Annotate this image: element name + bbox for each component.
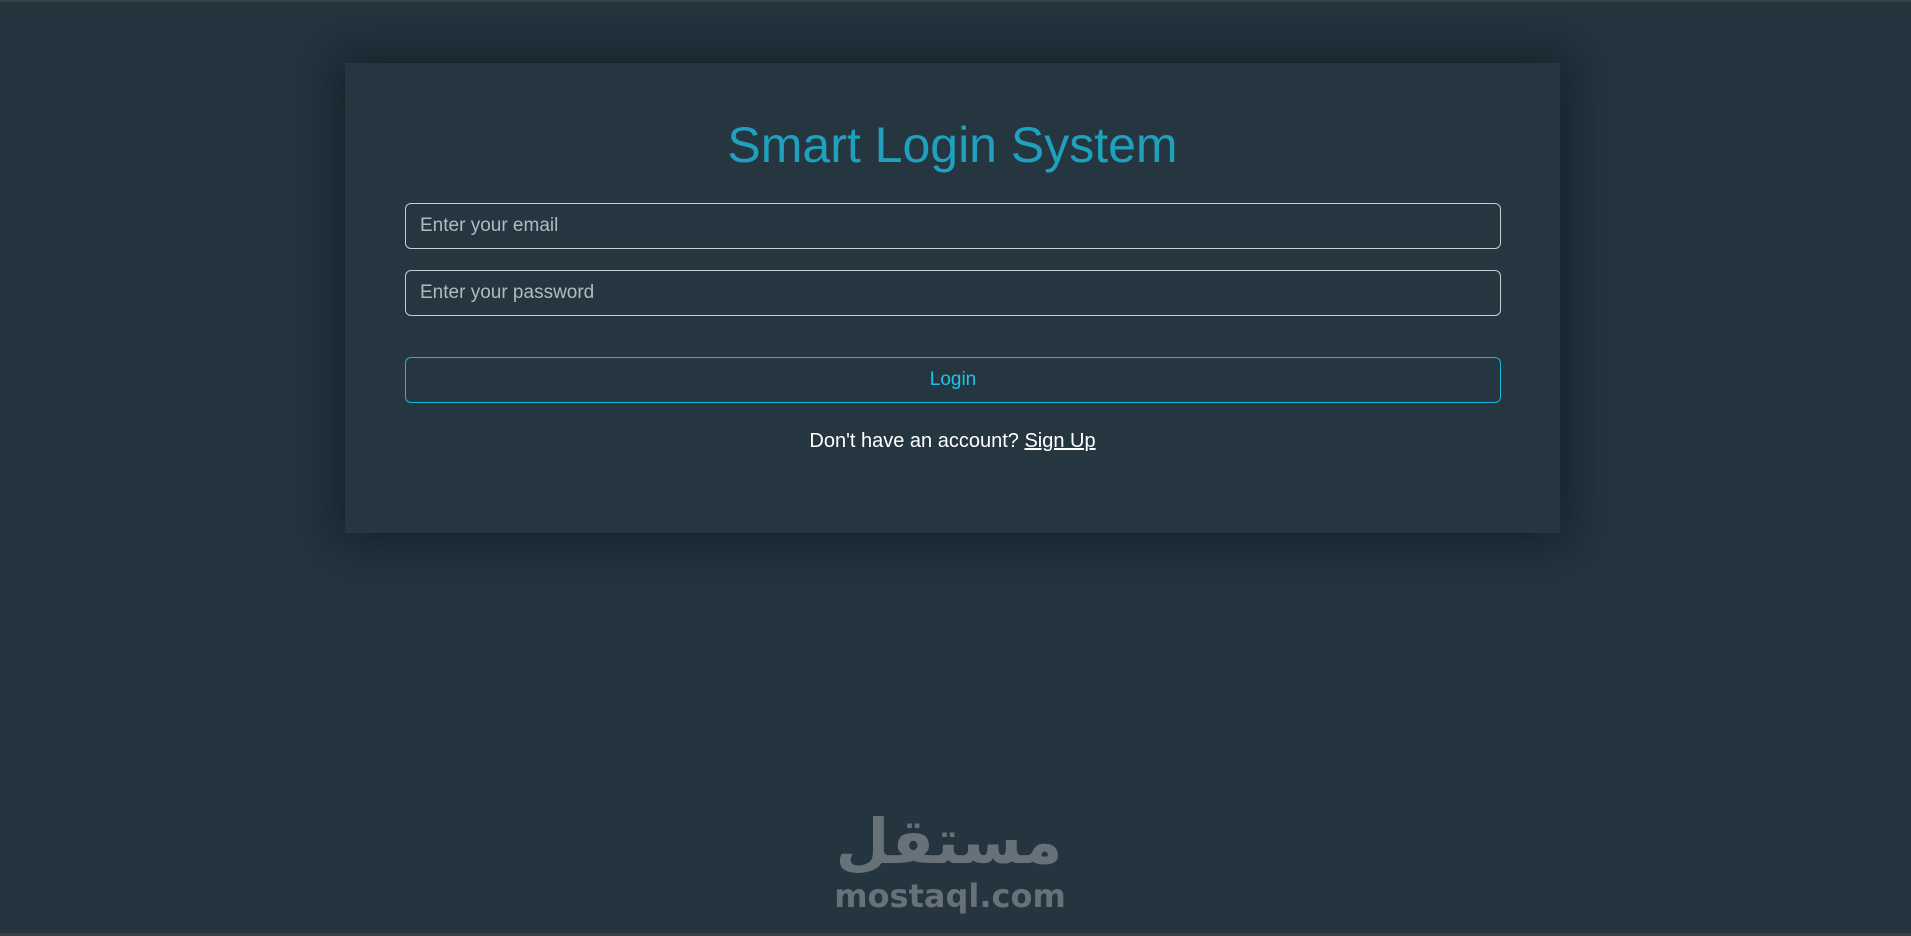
signup-prompt-line: Don't have an account? Sign Up xyxy=(345,429,1560,453)
login-button[interactable]: Login xyxy=(405,357,1501,403)
signup-prompt-text: Don't have an account? xyxy=(809,430,1019,452)
signup-link[interactable]: Sign Up xyxy=(1024,430,1095,452)
mostaql-watermark-logo: مستقل mostaql.com xyxy=(820,806,1080,916)
email-input[interactable] xyxy=(405,203,1501,249)
page-title: Smart Login System xyxy=(727,117,1178,173)
login-card: Smart Login System Login Don't have an a… xyxy=(345,63,1560,533)
watermark-arabic-text: مستقل xyxy=(835,805,1063,878)
password-input[interactable] xyxy=(405,270,1501,316)
watermark-latin-text: mostaql.com xyxy=(834,877,1066,915)
window-top-border xyxy=(0,0,1911,2)
